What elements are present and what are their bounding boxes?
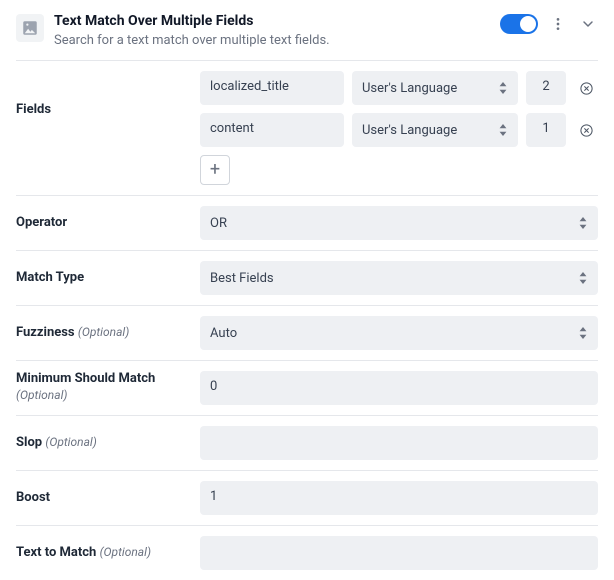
field-row: localized_title User's Language 2: [200, 71, 598, 105]
min-should-match-row: Minimum Should Match (Optional) 0: [16, 361, 598, 416]
boost-input[interactable]: 1: [200, 481, 598, 515]
sort-icon: [498, 124, 508, 136]
text-to-match-row: Text to Match (Optional): [16, 526, 598, 580]
match-type-select[interactable]: Best Fields: [200, 261, 598, 295]
operator-value: OR: [210, 216, 227, 231]
more-vert-icon: [550, 16, 566, 32]
sort-icon: [578, 272, 588, 284]
operator-row: Operator OR: [16, 196, 598, 251]
field-lang-value: User's Language: [362, 81, 457, 96]
sort-icon: [578, 327, 588, 339]
operator-label: Operator: [16, 215, 188, 232]
panel-thumbnail: [16, 14, 44, 42]
field-row: content User's Language 1: [200, 113, 598, 147]
optional-hint: (Optional): [78, 325, 129, 339]
optional-hint: (Optional): [45, 435, 96, 449]
close-circle-icon: [579, 123, 594, 138]
close-circle-icon: [579, 81, 594, 96]
more-menu-button[interactable]: [548, 14, 568, 34]
field-name-input[interactable]: content: [200, 113, 344, 147]
collapse-button[interactable]: [578, 14, 598, 34]
min-should-match-input[interactable]: 0: [200, 371, 598, 405]
slop-label: Slop (Optional): [16, 435, 188, 452]
text-to-match-label: Text to Match (Optional): [16, 545, 188, 562]
fields-column: localized_title User's Language 2 conten…: [200, 71, 598, 185]
fuzziness-select[interactable]: Auto: [200, 316, 598, 350]
panel-subtitle: Search for a text match over multiple te…: [54, 32, 490, 50]
fuzziness-value: Auto: [210, 326, 237, 341]
optional-hint: (Optional): [16, 388, 67, 402]
field-lang-select[interactable]: User's Language: [352, 113, 518, 147]
config-panel: Text Match Over Multiple Fields Search f…: [0, 0, 614, 580]
sort-icon: [498, 82, 508, 94]
chevron-down-icon: [580, 16, 596, 32]
slop-row: Slop (Optional): [16, 416, 598, 471]
fields-row: Fields localized_title User's Language 2…: [16, 61, 598, 196]
add-field-button[interactable]: +: [200, 155, 230, 185]
fields-label: Fields: [16, 71, 188, 147]
fuzziness-label: Fuzziness (Optional): [16, 325, 188, 342]
field-lang-select[interactable]: User's Language: [352, 71, 518, 105]
sort-icon: [578, 217, 588, 229]
field-weight-input[interactable]: 1: [526, 113, 566, 147]
panel-title-block: Text Match Over Multiple Fields Search f…: [54, 12, 490, 50]
field-lang-value: User's Language: [362, 123, 457, 138]
operator-select[interactable]: OR: [200, 206, 598, 240]
panel-title: Text Match Over Multiple Fields: [54, 12, 490, 30]
optional-hint: (Optional): [100, 545, 151, 559]
field-weight-input[interactable]: 2: [526, 71, 566, 105]
panel-actions: [500, 14, 598, 34]
remove-field-button[interactable]: [574, 76, 598, 100]
min-should-match-label: Minimum Should Match (Optional): [16, 371, 188, 405]
boost-row: Boost 1: [16, 471, 598, 526]
match-type-value: Best Fields: [210, 271, 274, 286]
text-to-match-input[interactable]: [200, 536, 598, 570]
image-icon: [21, 19, 39, 37]
enable-toggle[interactable]: [500, 14, 538, 34]
match-type-label: Match Type: [16, 270, 188, 287]
fuzziness-row: Fuzziness (Optional) Auto: [16, 306, 598, 361]
slop-input[interactable]: [200, 426, 598, 460]
remove-field-button[interactable]: [574, 118, 598, 142]
panel-header: Text Match Over Multiple Fields Search f…: [16, 8, 598, 60]
match-type-row: Match Type Best Fields: [16, 251, 598, 306]
boost-label: Boost: [16, 490, 188, 507]
field-name-input[interactable]: localized_title: [200, 71, 344, 105]
